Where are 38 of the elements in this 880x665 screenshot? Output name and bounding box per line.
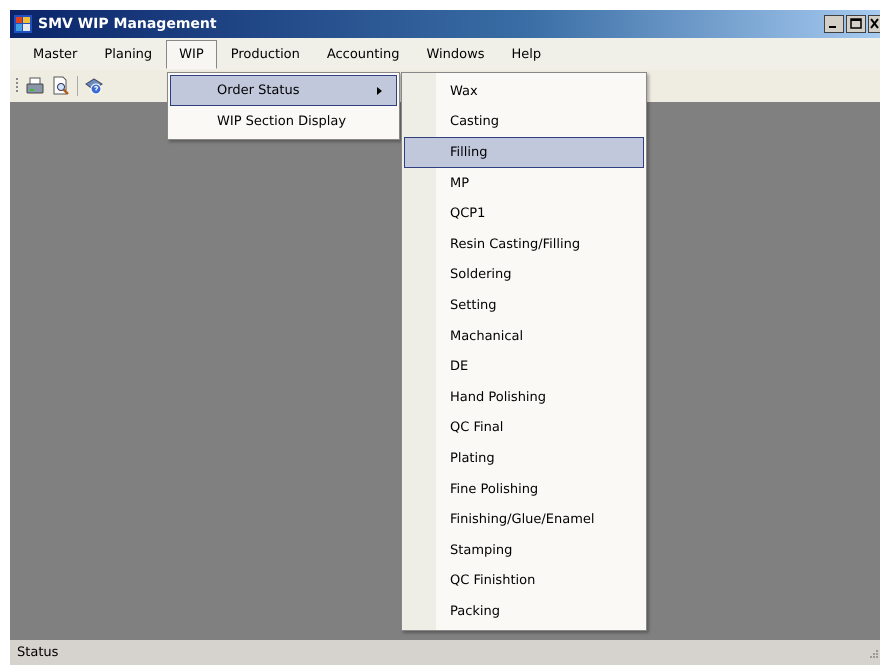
menu-option[interactable]: Machanical bbox=[404, 320, 644, 352]
menu-option[interactable]: Casting bbox=[404, 106, 644, 138]
menu-item[interactable]: Production bbox=[218, 40, 313, 68]
menu-option[interactable]: Plating bbox=[404, 443, 644, 474]
close-icon[interactable] bbox=[868, 15, 880, 33]
menu-option[interactable]: DE bbox=[404, 351, 644, 382]
menu-option[interactable]: QC Finishtion bbox=[404, 566, 644, 596]
menu-option[interactable]: Finishing/Glue/Enamel bbox=[404, 504, 644, 535]
menu-item[interactable]: WIP bbox=[166, 40, 217, 68]
menu-option[interactable]: Filling bbox=[404, 137, 644, 168]
menu-option[interactable]: Setting bbox=[404, 290, 644, 321]
menu-item[interactable]: Planing bbox=[91, 40, 166, 68]
minimize-icon[interactable] bbox=[824, 15, 844, 33]
help-icon[interactable] bbox=[84, 76, 104, 96]
maximize-icon[interactable] bbox=[846, 15, 866, 33]
menu-option[interactable]: Wax bbox=[404, 76, 644, 107]
menu-option[interactable]: QCP1 bbox=[404, 198, 644, 229]
submenu-arrow-icon bbox=[377, 86, 382, 94]
menu-option[interactable]: WIP Section Display bbox=[170, 106, 397, 137]
menu-item[interactable]: Windows bbox=[413, 40, 498, 68]
menu-item[interactable]: Accounting bbox=[314, 40, 412, 68]
menu-option[interactable]: Resin Casting/Filling bbox=[404, 228, 644, 260]
printer-icon[interactable] bbox=[25, 76, 45, 96]
menu-option[interactable]: Packing bbox=[404, 596, 644, 627]
status-text: Status bbox=[17, 645, 58, 660]
menu-item[interactable]: Help bbox=[498, 40, 554, 68]
menu-option[interactable]: Stamping bbox=[404, 534, 644, 566]
menu-option[interactable]: QC Final bbox=[404, 412, 644, 444]
app-icon bbox=[14, 15, 32, 33]
menu-option[interactable]: Order Status bbox=[170, 75, 397, 106]
menu-option[interactable]: MP bbox=[404, 168, 644, 198]
print-preview-icon[interactable] bbox=[51, 76, 71, 96]
resize-grip-icon[interactable] bbox=[868, 648, 878, 658]
menu-item[interactable]: Master bbox=[20, 40, 90, 68]
menu-option[interactable]: Hand Polishing bbox=[404, 382, 644, 413]
window-title: SMV WIP Management bbox=[38, 16, 217, 32]
menu-option[interactable]: Fine Polishing bbox=[404, 474, 644, 504]
menu-option[interactable]: Soldering bbox=[404, 260, 644, 290]
